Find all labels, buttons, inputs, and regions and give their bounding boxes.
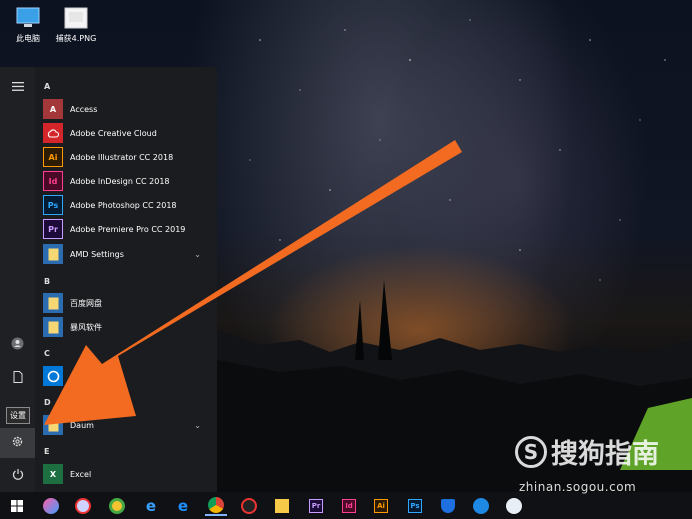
- edge-icon[interactable]: e: [172, 495, 194, 516]
- app-label: Excel: [70, 469, 92, 479]
- documents-button[interactable]: [0, 364, 35, 394]
- section-letter-b[interactable]: B: [44, 277, 50, 286]
- paint3d-icon[interactable]: [40, 495, 62, 516]
- chevron-down-icon[interactable]: ⌄: [194, 421, 201, 430]
- watermark-text: 搜狗指南: [551, 439, 659, 470]
- user-button[interactable]: [0, 330, 35, 360]
- qq-icon[interactable]: [238, 495, 260, 516]
- app-label: Access: [70, 104, 98, 114]
- start-rail: [0, 67, 35, 492]
- app-label: Adobe Premiere Pro CC 2019: [70, 224, 186, 234]
- app-list: A A Access Adobe Creative Cloud Ai Adobe…: [35, 67, 217, 492]
- watermark-url: zhinan.sogou.com: [519, 480, 637, 494]
- settings-tooltip: 设置: [6, 407, 30, 424]
- document-icon: [13, 371, 23, 387]
- chevron-down-icon[interactable]: ⌄: [194, 250, 201, 259]
- indesign-icon[interactable]: Id: [338, 495, 360, 516]
- chat-app-icon[interactable]: [72, 495, 94, 516]
- power-button[interactable]: [0, 461, 35, 491]
- app-cortana[interactable]: C: [43, 365, 215, 387]
- indesign-icon: Id: [43, 171, 63, 191]
- illustrator-icon[interactable]: Ai: [370, 495, 392, 516]
- app-baidu-netdisk[interactable]: 百度网盘 ⌄: [43, 292, 215, 314]
- windows-start-icon[interactable]: [6, 495, 28, 516]
- app-daum[interactable]: Daum ⌄: [43, 414, 215, 436]
- app-access[interactable]: A Access: [43, 98, 215, 120]
- app-adobe-photoshop[interactable]: Ps Adobe Photoshop CC 2018: [43, 194, 215, 216]
- app-adobe-premiere[interactable]: Pr Adobe Premiere Pro CC 2019: [43, 218, 215, 240]
- app-label: Adobe Photoshop CC 2018: [70, 200, 177, 210]
- app-label: Daum: [70, 420, 94, 430]
- hamburger-icon: [11, 80, 24, 95]
- security-shield-icon[interactable]: [437, 495, 459, 516]
- app-amd-settings[interactable]: AMD Settings ⌄: [43, 243, 215, 265]
- section-letter-d[interactable]: D: [44, 398, 51, 407]
- user-icon: [11, 337, 24, 354]
- computer-icon: [14, 6, 42, 30]
- ie-icon[interactable]: e: [140, 495, 162, 516]
- app-adobe-creative-cloud[interactable]: Adobe Creative Cloud: [43, 122, 215, 144]
- premiere-icon: Pr: [43, 219, 63, 239]
- app-label: Adobe Creative Cloud: [70, 128, 157, 138]
- folder-icon: [43, 293, 63, 313]
- creative-cloud-icon: [43, 123, 63, 143]
- section-letter-c[interactable]: C: [44, 349, 50, 358]
- app-adobe-illustrator[interactable]: Ai Adobe Illustrator CC 2018: [43, 146, 215, 168]
- file-explorer-icon[interactable]: [271, 495, 293, 516]
- power-icon: [12, 468, 24, 484]
- desktop-icon-capture-png[interactable]: 捕获4.PNG: [48, 6, 104, 44]
- section-letter-e[interactable]: E: [44, 447, 49, 456]
- folder-icon: [43, 317, 63, 337]
- app-adobe-indesign[interactable]: Id Adobe InDesign CC 2018: [43, 170, 215, 192]
- app-label: AMD Settings: [70, 249, 124, 259]
- premiere-icon[interactable]: Pr: [305, 495, 327, 516]
- sogou-s-icon: S: [515, 435, 547, 468]
- illustrator-icon: Ai: [43, 147, 63, 167]
- app-label: Adobe Illustrator CC 2018: [70, 152, 174, 162]
- access-icon: A: [43, 99, 63, 119]
- menu-button[interactable]: [0, 72, 35, 102]
- watermark-logo: S 搜狗指南: [515, 432, 659, 471]
- green-app-icon[interactable]: [106, 495, 128, 516]
- photoshop-icon: Ps: [43, 195, 63, 215]
- folder-icon: [43, 415, 63, 435]
- app-excel[interactable]: X Excel: [43, 463, 215, 485]
- folder-icon: [43, 244, 63, 264]
- app-label: 百度网盘: [70, 298, 102, 308]
- image-file-icon: [62, 6, 90, 30]
- chrome-icon[interactable]: [205, 495, 227, 516]
- feather-app-icon[interactable]: [470, 495, 492, 516]
- section-letter-a[interactable]: A: [44, 82, 50, 91]
- app-label: Adobe InDesign CC 2018: [70, 176, 170, 186]
- app-label: C: [70, 371, 76, 381]
- start-menu: 设置 A A Access Adobe Creative Cloud Ai Ad…: [0, 67, 217, 492]
- chevron-down-icon[interactable]: ⌄: [194, 299, 201, 308]
- taskbar: e e Pr Id Ai Ps: [0, 492, 692, 519]
- gear-icon: [11, 435, 24, 452]
- cortana-icon: [43, 366, 63, 386]
- excel-icon: X: [43, 464, 63, 484]
- app-label: 暴风软件: [70, 322, 102, 332]
- settings-button[interactable]: [0, 428, 35, 458]
- navigation-app-icon[interactable]: [503, 495, 525, 516]
- photoshop-icon[interactable]: Ps: [404, 495, 426, 516]
- app-baofeng[interactable]: 暴风软件: [43, 316, 215, 338]
- desktop-icon-label: 捕获4.PNG: [55, 34, 97, 43]
